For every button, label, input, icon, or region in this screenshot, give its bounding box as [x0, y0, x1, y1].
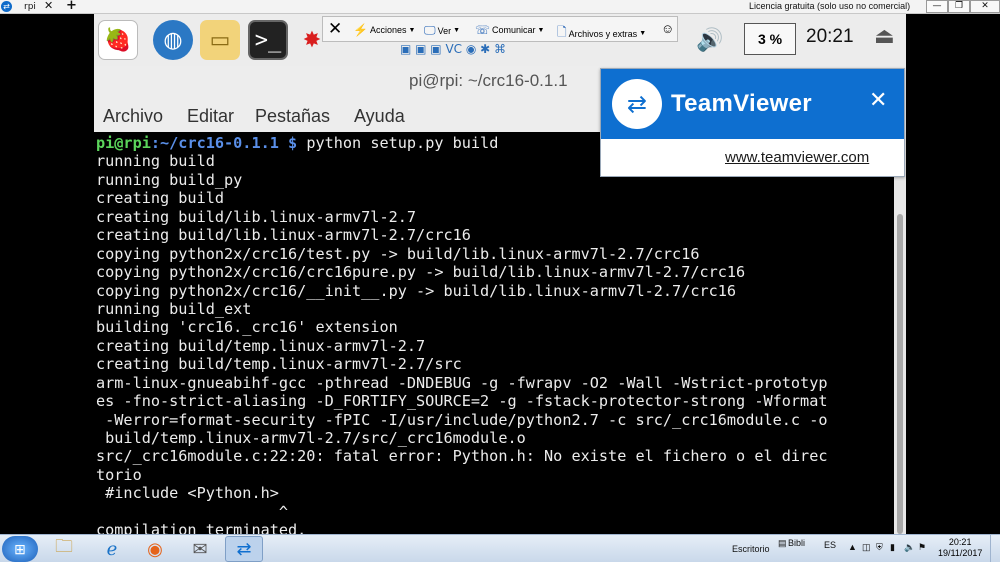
output-line: -Werror=format-security -fPIC -I/usr/inc… — [96, 410, 828, 429]
menu-archivo[interactable]: Archivo — [103, 102, 163, 130]
close-popup-button[interactable]: ✕ — [869, 88, 887, 113]
output-line: arm-linux-gnueabihf-gcc -pthread -DNDEBU… — [96, 373, 828, 392]
output-line: creating build/temp.linux-armv7l-2.7/src — [96, 355, 462, 374]
scrollbar-thumb[interactable] — [897, 214, 903, 534]
taskbar-time: 20:21 — [948, 537, 972, 547]
menu-editar[interactable]: Editar — [187, 102, 234, 130]
license-text: Licencia gratuita (solo uso no comercial… — [749, 1, 911, 11]
start-button[interactable]: ⊞ — [2, 536, 38, 562]
output-line: creating build — [96, 189, 225, 208]
file-manager-icon[interactable]: ▭ — [200, 20, 240, 60]
chevron-down-icon: ▼ — [537, 26, 545, 34]
monitor-icon: 🖵 — [424, 23, 436, 37]
signal-icon[interactable]: ▮ — [890, 542, 895, 553]
speaker-icon[interactable]: 🔈 — [904, 542, 915, 553]
feedback-smiley-icon[interactable]: ☺ — [661, 21, 674, 36]
chevron-down-icon: ▼ — [408, 26, 416, 34]
end-session-close-icon[interactable]: ✕ — [328, 17, 342, 41]
show-desktop-button[interactable] — [990, 535, 1000, 562]
terminal-output[interactable]: pi@rpi:~/crc16-0.1.1 $ python setup.py b… — [94, 132, 894, 534]
thunderbird-icon[interactable]: ✉ — [181, 536, 219, 562]
left-black-gutter — [0, 14, 94, 534]
teamviewer-tab-bar: ⇄ rpi ✕ + Licencia gratuita (solo uso no… — [0, 0, 1000, 14]
security-icon[interactable]: ⛨ — [876, 542, 883, 553]
cpu-usage-monitor: 3 % — [744, 23, 796, 55]
close-tab-icon[interactable]: ✕ — [44, 0, 53, 12]
files-icon: 🗋 — [557, 25, 567, 39]
teamviewer-popup: ⇄ TeamViewer ✕ www.teamviewer.com — [600, 68, 905, 177]
prompt-path: :~/crc16-0.1.1 $ — [150, 134, 298, 152]
minimize-button[interactable]: — — [926, 0, 948, 13]
output-line: compilation terminated. — [96, 521, 307, 534]
output-line: es -fno-strict-aliasing -D_FORTIFY_SOURC… — [96, 392, 828, 411]
prompt-user: pi@rpi — [96, 134, 151, 152]
desktop-toolbar-label[interactable]: Escritorio — [732, 544, 770, 554]
tab-rpi[interactable]: rpi — [24, 0, 36, 14]
raspberry-menu-icon[interactable]: 🍓 — [98, 20, 138, 60]
output-line: #include <Python.h> — [96, 484, 279, 503]
terminal-scrollbar[interactable] — [894, 132, 906, 534]
taskbar-date: 19/11/2017 — [938, 548, 983, 558]
teamviewer-website-link[interactable]: www.teamviewer.com — [725, 149, 869, 166]
files-extras-menu[interactable]: 🗋 Archivos y extras ▼ — [557, 23, 646, 44]
teamviewer-logo-icon: ⇄ — [612, 79, 662, 129]
output-line: build/temp.linux-armv7l-2.7/src/_crc16mo… — [96, 429, 526, 447]
output-line: copying python2x/crc16/__init__.py -> bu… — [96, 281, 737, 300]
teamviewer-popup-header: ⇄ TeamViewer ✕ — [601, 69, 904, 139]
screen: ⇄ rpi ✕ + Licencia gratuita (solo uso no… — [0, 0, 1000, 562]
command-text: python setup.py build — [297, 134, 499, 152]
eject-icon[interactable]: ⏏ — [874, 24, 895, 49]
menu-pestanas[interactable]: Pestañas — [255, 102, 330, 130]
teamviewer-taskbar-icon[interactable]: ⇄ — [225, 536, 263, 562]
output-line: torio — [96, 465, 142, 484]
tray-overflow-icon[interactable]: ▲ — [848, 542, 857, 552]
terminal-launcher-icon[interactable]: >_ — [248, 20, 288, 60]
teamviewer-app-icon: ⇄ — [1, 1, 12, 12]
new-tab-button[interactable]: + — [66, 0, 77, 13]
output-line: copying python2x/crc16/test.py -> build/… — [96, 244, 700, 263]
chevron-down-icon: ▼ — [453, 27, 461, 34]
output-line: src/_crc16module.c:22:20: fatal error: P… — [96, 447, 828, 466]
phone-icon: ☏ — [475, 23, 491, 37]
volume-icon[interactable]: 🔊 — [690, 20, 730, 60]
actions-menu[interactable]: ⚡ Acciones ▼ — [353, 23, 415, 37]
library-icon[interactable]: ▤ — [778, 538, 787, 549]
internet-explorer-icon[interactable]: ℯ — [93, 536, 131, 562]
language-indicator[interactable]: ES — [824, 540, 836, 550]
taskbar-clock[interactable]: 20:21 19/11/2017 — [938, 537, 982, 559]
chevron-down-icon: ▼ — [639, 30, 647, 37]
output-line: running build_ext — [96, 299, 252, 318]
output-line: copying python2x/crc16/crc16pure.py -> b… — [96, 263, 746, 282]
output-line: creating build/lib.linux-armv7l-2.7/crc1… — [96, 226, 471, 245]
output-line: ^ — [96, 502, 289, 521]
communicate-menu[interactable]: ☏ Comunicar ▼ — [475, 23, 544, 37]
close-window-button[interactable]: ✕ — [970, 0, 1000, 13]
output-line: building 'crc16._crc16' extension — [96, 318, 398, 337]
output-line: creating build/temp.linux-armv7l-2.7 — [96, 336, 426, 355]
output-line: creating build/lib.linux-armv7l-2.7 — [96, 207, 417, 226]
menu-ayuda[interactable]: Ayuda — [354, 102, 405, 130]
panel-clock: 20:21 — [806, 26, 854, 47]
firefox-icon[interactable]: ◉ — [136, 536, 174, 562]
lightning-icon: ⚡ — [353, 23, 368, 37]
maximize-button[interactable]: ❐ — [948, 0, 970, 13]
flag-icon[interactable]: ⚑ — [918, 542, 926, 553]
view-menu[interactable]: 🖵 Ver ▼ — [424, 23, 460, 38]
teamviewer-remote-toolbar: ✕ ⚡ Acciones ▼ 🖵 Ver ▼ ☏ Comunicar ▼ 🗋 A… — [322, 16, 678, 42]
windows-taskbar: ⊞ 🗀 ℯ ◉ ✉ ⇄ Escritorio ▤ Bibli ES ▲ ◫ ⛨ … — [0, 534, 1000, 562]
explorer-folder-icon[interactable]: 🗀 — [45, 536, 83, 562]
library-toolbar-label[interactable]: Bibli — [788, 538, 805, 548]
right-black-gutter — [906, 14, 1000, 534]
browser-globe-icon[interactable]: ◍ — [153, 20, 193, 60]
teamviewer-brand: TeamViewer — [671, 90, 812, 117]
network-icon[interactable]: ◫ — [862, 542, 871, 553]
partially-hidden-panel-icons: ▣ ▣ ▣ VC ◉ ✱ ⌘ — [400, 42, 507, 56]
